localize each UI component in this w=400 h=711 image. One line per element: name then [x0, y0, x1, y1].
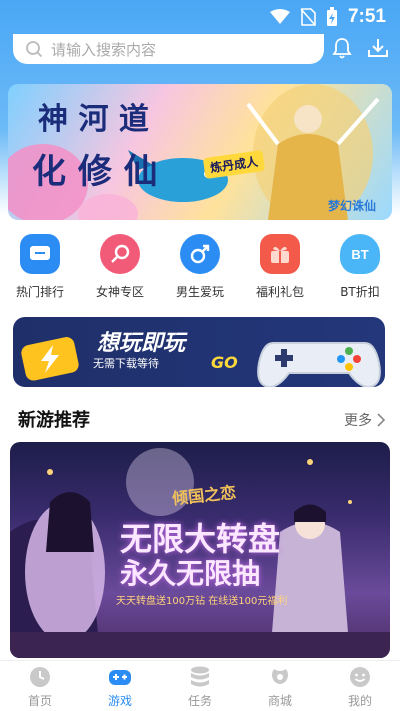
gift-icon	[260, 234, 300, 274]
tab-label: 任务	[187, 694, 212, 708]
top-banner[interactable]: 神 河 道 化 修 仙 炼丹成人 梦幻诛仙	[8, 84, 392, 220]
tab-label: 游戏	[107, 694, 132, 708]
search-icon	[26, 41, 43, 58]
quick-item-boys[interactable]: 男生爱玩	[160, 228, 240, 304]
quick-item-bt-discount[interactable]: BT BT折扣	[320, 228, 400, 304]
section-title: 新游推荐	[18, 410, 90, 431]
status-time: 7:51	[347, 6, 386, 27]
search-placeholder: 请输入搜索内容	[51, 40, 157, 59]
lightning-box-icon	[21, 337, 79, 381]
gamepad-icon	[109, 670, 131, 685]
bottom-tab-bar: 首页 游戏 任务 商城 我的	[0, 660, 400, 711]
tab-games[interactable]: 游戏	[80, 661, 160, 711]
promo-title: 想玩即玩	[97, 331, 186, 356]
quick-item-gift[interactable]: 福利礼包	[240, 228, 320, 304]
promo-subtitle: 无需下载等待	[93, 357, 159, 370]
promo-go: GO	[211, 353, 238, 372]
quick-item-hot-rank[interactable]: 热门排行	[0, 228, 80, 304]
tab-shop[interactable]: 商城	[240, 661, 320, 711]
wifi-icon	[269, 9, 290, 24]
bell-icon[interactable]	[330, 36, 354, 60]
more-label: 更多	[344, 413, 372, 429]
quick-label: BT折扣	[340, 285, 380, 299]
status-icons: 7:51	[269, 6, 386, 28]
battery-charging-icon	[326, 7, 337, 26]
quick-label: 热门排行	[15, 285, 64, 299]
banner-logo: 梦幻诛仙	[327, 199, 376, 213]
play-now-banner[interactable]: 想玩即玩 无需下载等待 GO	[13, 317, 385, 387]
game-headline-2: 永久无限抽	[120, 557, 261, 590]
chevron-right-icon	[377, 413, 386, 427]
status-bar: 7:51	[0, 0, 400, 34]
tab-mine[interactable]: 我的	[320, 661, 400, 711]
tab-label: 商城	[267, 694, 292, 708]
tab-label: 我的	[347, 694, 372, 708]
tab-tasks[interactable]: 任务	[160, 661, 240, 711]
banner-title-line2: 化 修 仙	[32, 152, 158, 192]
chat-icon	[20, 234, 60, 274]
search-input[interactable]: 请输入搜索内容	[13, 34, 324, 64]
shop-icon	[272, 669, 288, 684]
quick-label: 男生爱玩	[175, 285, 224, 299]
new-games-section-header: 新游推荐 更多	[0, 404, 400, 434]
home-clock-icon	[30, 667, 50, 687]
smile-icon	[350, 667, 370, 687]
download-icon[interactable]	[366, 36, 390, 60]
quick-nav: 热门排行 女神专区 男生爱玩 福利礼包 BT BT折扣	[0, 228, 400, 304]
quick-label: 女神专区	[95, 285, 144, 299]
database-icon	[191, 666, 209, 687]
quick-item-goddess[interactable]: 女神专区	[80, 228, 160, 304]
search-row: 请输入搜索内容	[0, 34, 400, 68]
more-link[interactable]: 更多	[344, 410, 386, 430]
tab-home[interactable]: 首页	[0, 661, 80, 711]
female-icon	[100, 234, 140, 274]
gamepad-illustration	[257, 342, 381, 387]
quick-label: 福利礼包	[255, 285, 304, 299]
new-game-card[interactable]: 倾国之恋 无限大转盘 永久无限抽 天天转盘送100万钻 在线送100元福利	[10, 442, 390, 658]
game-subtext: 天天转盘送100万钻 在线送100元福利	[116, 596, 288, 607]
male-icon	[180, 234, 220, 274]
bt-icon: BT	[340, 234, 380, 274]
no-sim-icon	[300, 8, 316, 26]
tab-label: 首页	[27, 694, 52, 708]
banner-title-line1: 神 河 道	[38, 102, 149, 137]
